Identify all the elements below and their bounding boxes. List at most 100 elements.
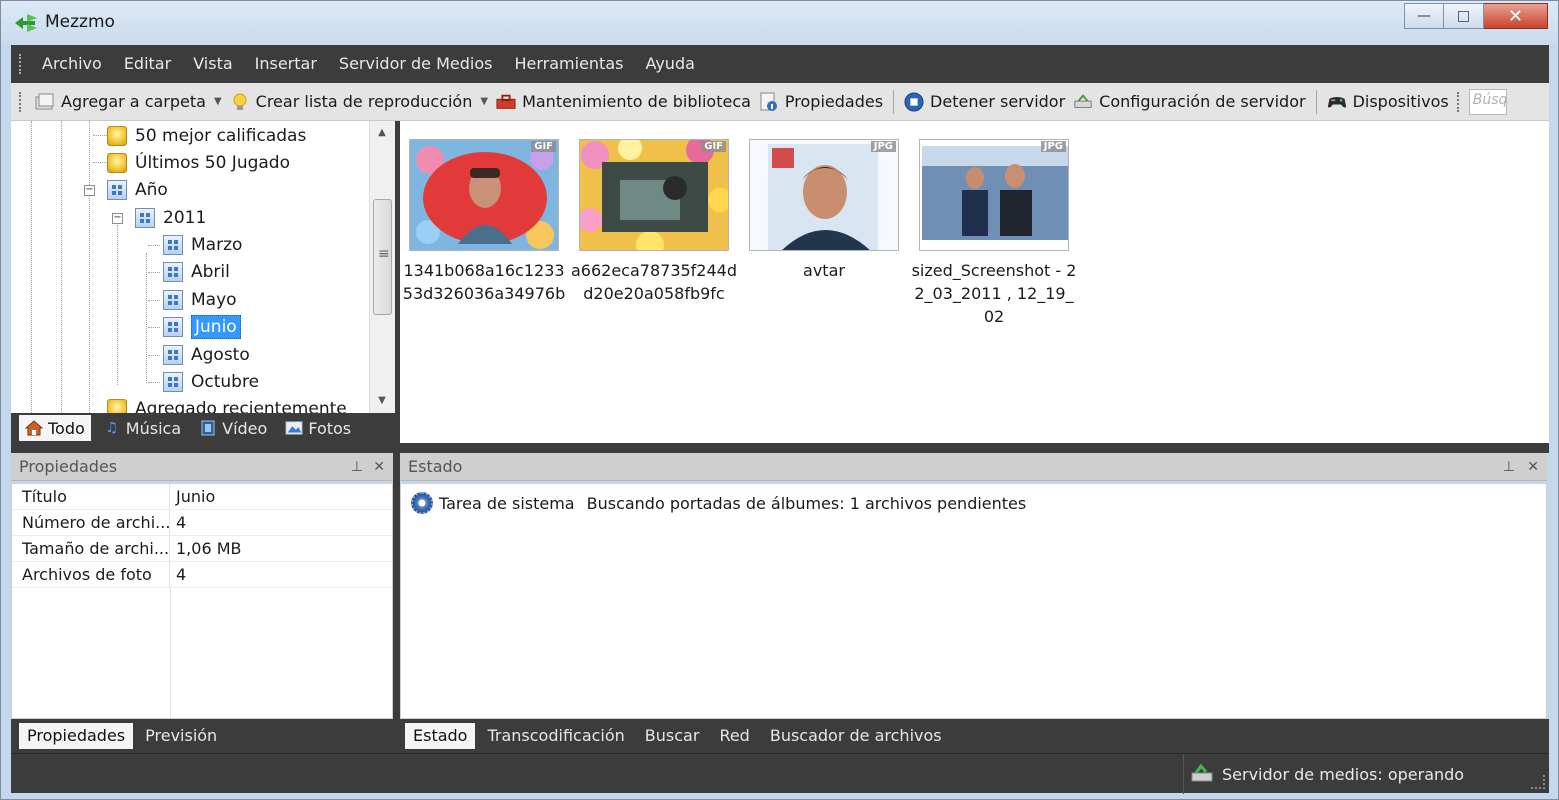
tree-item-recently-added[interactable]: Agregado recientemente [107,396,347,413]
property-key: Archivos de foto [12,562,170,587]
property-row[interactable]: Número de archi... 4 [12,510,392,536]
close-button[interactable]: ✕ [1484,3,1548,29]
collapse-toggle-year[interactable]: − [84,185,95,196]
search-input[interactable]: Búsq [1468,88,1507,115]
menu-servidor-de-medios[interactable]: Servidor de Medios [328,45,504,83]
chevron-down-icon[interactable]: ▼ [480,96,488,107]
menu-ayuda[interactable]: Ayuda [634,45,705,83]
properties-grid: Título Junio Número de archi... 4 Tamaño… [11,483,393,719]
tab-prevision[interactable]: Previsión [137,723,225,749]
tree-item-junio-selected[interactable]: Junio [163,314,241,340]
tree-item-last-played[interactable]: Últimos 50 Jugado [107,150,290,176]
add-folder-label: Agregar a carpeta [61,92,206,111]
window-controls: — □ ✕ [1404,3,1548,31]
folder-icon [107,180,127,200]
tree-scrollbar[interactable]: ▲ ▼ [369,121,395,413]
tree-item-2011[interactable]: 2011 [135,205,206,231]
menu-archivo[interactable]: Archivo [31,45,113,83]
collapse-toggle-2011[interactable]: − [112,213,123,224]
property-row[interactable]: Tamaño de archi... 1,06 MB [12,536,392,562]
property-row[interactable]: Título Junio [12,484,392,510]
maximize-button[interactable]: □ [1444,3,1484,29]
tab-label: Vídeo [222,418,268,438]
gamepad-icon [1327,92,1347,112]
chevron-down-icon[interactable]: ▼ [214,96,222,107]
tree-item-label: Junio [191,315,241,339]
thumbnail-item[interactable]: GIF 1341b068a16c123353d326036a34976b [396,139,572,305]
menu-editar[interactable]: Editar [113,45,182,83]
server-settings-icon [1073,92,1093,112]
panel-title: Propiedades [19,457,118,476]
stop-server-button[interactable]: Detener servidor [900,87,1069,117]
tab-estado[interactable]: Estado [405,723,476,749]
tab-buscar[interactable]: Buscar [637,723,708,749]
status-log-entry[interactable]: Tarea de sistema Buscando portadas de ál… [401,484,1546,514]
toolbar-grip-end[interactable] [1456,91,1461,112]
file-type-badge: GIF [701,141,726,152]
tab-transcodificacion[interactable]: Transcodificación [479,723,632,749]
property-key: Título [12,484,170,509]
tree-item-abril[interactable]: Abril [163,259,230,285]
thumbnail-caption: 1341b068a16c123353d326036a34976b [402,261,566,303]
tab-musica[interactable]: ♫ Música [97,415,187,441]
tab-propiedades[interactable]: Propiedades [19,723,134,749]
library-tree: 50 mejor calificadas Últimos 50 Jugado −… [11,121,395,413]
thumbnail-item[interactable]: JPG sized_Screenshot - 22_03_2011 , 12_1… [906,139,1082,328]
tree-item-mayo[interactable]: Mayo [163,287,237,313]
thumbnail-item[interactable]: GIF a662eca78735f244dd20e20a058fb9fc [566,139,742,305]
window-title: Mezzmo [45,12,115,32]
panel-title: Estado [408,457,463,476]
tree-item-label: 50 mejor calificadas [135,126,307,146]
scrollbar-thumb[interactable] [373,199,392,315]
tree-item-label: 2011 [163,208,207,228]
stop-server-icon [904,91,924,112]
pin-icon[interactable]: ⊥ [1503,453,1515,481]
scroll-up-arrow-icon[interactable]: ▲ [370,123,394,143]
thumbnail-item[interactable]: JPG avtar [736,139,912,282]
thumbnail-caption: a662eca78735f244dd20e20a058fb9fc [570,261,737,303]
tree-item-label: Marzo [191,235,243,255]
tree-item-agosto[interactable]: Agosto [163,342,250,368]
properties-button[interactable]: Propiedades [755,87,887,117]
tree-item-marzo[interactable]: Marzo [163,232,242,258]
pin-icon[interactable]: ⊥ [351,453,363,481]
photo-thumbnail-image: JPG [749,139,899,251]
library-maintenance-button[interactable]: Mantenimiento de biblioteca [492,87,755,117]
menu-grip[interactable] [19,54,23,74]
minimize-button[interactable]: — [1404,3,1444,29]
toolbar-grip[interactable] [19,91,23,112]
splitter-horizontal[interactable] [11,443,1549,453]
property-key: Tamaño de archi... [12,536,170,561]
resize-grip[interactable] [1531,775,1545,789]
tab-red[interactable]: Red [711,723,757,749]
folder-add-icon [35,92,55,112]
add-folder-button[interactable]: Agregar a carpeta ▼ [31,87,226,117]
property-row[interactable]: Archivos de foto 4 [12,562,392,588]
tab-video[interactable]: Vídeo [193,415,273,441]
photo-thumbnail-image: JPG [919,139,1069,251]
close-icon[interactable]: ✕ [373,453,385,481]
status-log: Tarea de sistema Buscando portadas de ál… [400,483,1547,719]
status-tabs: Estado Transcodificación Buscar Red Busc… [395,719,1549,753]
scroll-down-arrow-icon[interactable]: ▼ [370,391,394,411]
menu-insertar[interactable]: Insertar [244,45,328,83]
server-config-button[interactable]: Configuración de servidor [1069,87,1309,117]
tree-item-top-rated[interactable]: 50 mejor calificadas [107,123,306,149]
tab-fotos[interactable]: Fotos [279,415,357,441]
tree-item-year[interactable]: Año [107,177,168,203]
devices-button[interactable]: Dispositivos [1323,87,1453,117]
close-icon[interactable]: ✕ [1527,453,1539,481]
tree-item-octubre[interactable]: Octubre [163,369,259,395]
menu-herramientas[interactable]: Herramientas [503,45,634,83]
tab-buscador-de-archivos[interactable]: Buscador de archivos [762,723,950,749]
title-bar[interactable]: Mezzmo — □ ✕ [1,1,1558,45]
thumbnail-caption: avtar [803,261,845,280]
folder-icon [163,372,183,392]
tab-todo[interactable]: Todo [19,415,91,441]
splitter-vertical-bottom[interactable] [393,453,400,719]
folder-icon [163,317,183,337]
info-document-icon [759,92,779,112]
create-playlist-button[interactable]: Crear lista de reproducción ▼ [226,87,492,117]
menu-vista[interactable]: Vista [182,45,243,83]
property-key: Número de archi... [12,510,170,535]
